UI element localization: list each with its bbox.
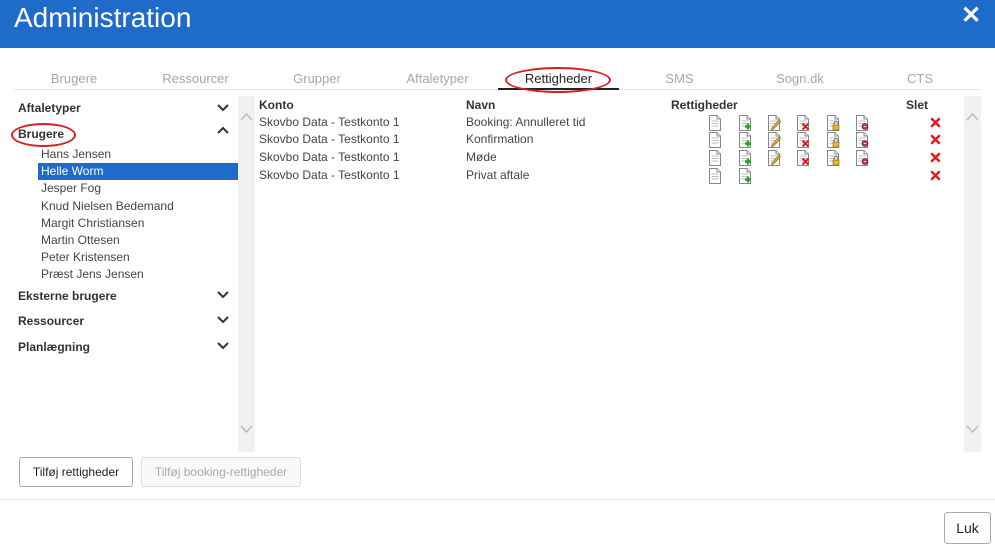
- edit-doc-icon[interactable]: [767, 150, 781, 166]
- user-item[interactable]: Jesper Fog: [38, 180, 238, 197]
- tab-rettigheder[interactable]: Rettigheder: [498, 69, 619, 90]
- cell-navn: Privat aftale: [466, 168, 530, 182]
- add-doc-icon[interactable]: [738, 132, 752, 148]
- delete-doc-icon[interactable]: [796, 150, 810, 166]
- permission-doc-icon[interactable]: [855, 132, 869, 148]
- user-item[interactable]: Martin Ottesen: [38, 232, 238, 249]
- scrollbar-left[interactable]: [238, 96, 255, 452]
- delete-icon[interactable]: [930, 152, 941, 163]
- add-doc-icon[interactable]: [738, 168, 752, 184]
- cell-konto: Skovbo Data - Testkonto 1: [259, 115, 400, 129]
- cell-konto: Skovbo Data - Testkonto 1: [259, 150, 400, 164]
- cell-navn: Konfirmation: [466, 132, 534, 146]
- add-rights-button[interactable]: Tilføj rettigheder: [19, 457, 133, 487]
- scroll-up-icon[interactable]: [966, 112, 979, 122]
- lock-doc-icon[interactable]: [826, 150, 840, 166]
- scroll-up-icon[interactable]: [240, 112, 253, 122]
- add-doc-icon[interactable]: [738, 115, 752, 131]
- edit-doc-icon[interactable]: [767, 132, 781, 148]
- tab-ressourcer[interactable]: Ressourcer: [134, 69, 257, 90]
- tab-sms[interactable]: SMS: [619, 69, 740, 90]
- tab-bar: Brugere Ressourcer Grupper Aftaletyper R…: [14, 69, 980, 90]
- tab-brugere[interactable]: Brugere: [14, 69, 134, 90]
- permission-doc-icon[interactable]: [855, 150, 869, 166]
- user-item-selected[interactable]: Helle Worm: [38, 163, 238, 180]
- category-aftaletyper[interactable]: Aftaletyper: [18, 101, 81, 115]
- chevron-up-icon[interactable]: [216, 123, 230, 137]
- view-doc-icon[interactable]: [708, 168, 722, 184]
- lock-doc-icon[interactable]: [826, 115, 840, 131]
- close-icon[interactable]: ✕: [959, 4, 983, 28]
- chevron-down-icon[interactable]: [216, 313, 230, 327]
- footer-divider: [0, 499, 995, 500]
- user-item[interactable]: Peter Kristensen: [38, 249, 238, 266]
- chevron-down-icon[interactable]: [216, 339, 230, 353]
- delete-doc-icon[interactable]: [796, 132, 810, 148]
- scroll-down-icon[interactable]: [240, 424, 253, 434]
- column-header-rettigheder: Rettigheder: [671, 98, 738, 112]
- user-item[interactable]: Knud Nielsen Bedemand: [38, 198, 238, 215]
- user-item[interactable]: Præst Jens Jensen: [38, 266, 238, 283]
- tab-sogn[interactable]: Sogn.dk: [740, 69, 860, 90]
- category-ressourcer[interactable]: Ressourcer: [18, 314, 84, 328]
- category-eksterne-brugere[interactable]: Eksterne brugere: [18, 289, 117, 303]
- view-doc-icon[interactable]: [708, 115, 722, 131]
- cell-navn: Møde: [466, 150, 497, 164]
- cell-navn: Booking: Annulleret tid: [466, 115, 586, 129]
- tab-cts[interactable]: CTS: [860, 69, 980, 90]
- add-booking-rights-button[interactable]: Tilføj booking-rettigheder: [141, 457, 301, 487]
- delete-icon[interactable]: [930, 117, 941, 128]
- header-bar: Administration ✕: [0, 0, 995, 48]
- tab-grupper[interactable]: Grupper: [257, 69, 377, 90]
- lock-doc-icon[interactable]: [826, 132, 840, 148]
- cell-konto: Skovbo Data - Testkonto 1: [259, 132, 400, 146]
- delete-icon[interactable]: [930, 170, 941, 181]
- dialog-title: Administration: [14, 2, 192, 33]
- close-button[interactable]: Luk: [944, 512, 991, 544]
- view-doc-icon[interactable]: [708, 132, 722, 148]
- column-header-navn: Navn: [466, 98, 496, 112]
- delete-icon[interactable]: [930, 134, 941, 145]
- permission-doc-icon[interactable]: [855, 115, 869, 131]
- chevron-down-icon[interactable]: [216, 101, 230, 115]
- category-brugere[interactable]: Brugere: [18, 127, 64, 141]
- add-doc-icon[interactable]: [738, 150, 752, 166]
- user-item[interactable]: Margit Christiansen: [38, 215, 238, 232]
- category-planlaegning[interactable]: Planlægning: [18, 340, 90, 354]
- tab-aftaletyper[interactable]: Aftaletyper: [377, 69, 498, 90]
- column-header-slet: Slet: [906, 98, 929, 112]
- view-doc-icon[interactable]: [708, 150, 722, 166]
- user-item[interactable]: Hans Jensen: [38, 146, 238, 163]
- delete-doc-icon[interactable]: [796, 115, 810, 131]
- scroll-down-icon[interactable]: [966, 424, 979, 434]
- scrollbar-right[interactable]: [964, 96, 981, 452]
- chevron-down-icon[interactable]: [216, 288, 230, 302]
- cell-konto: Skovbo Data - Testkonto 1: [259, 168, 400, 182]
- edit-doc-icon[interactable]: [767, 115, 781, 131]
- column-header-konto: Konto: [259, 98, 294, 112]
